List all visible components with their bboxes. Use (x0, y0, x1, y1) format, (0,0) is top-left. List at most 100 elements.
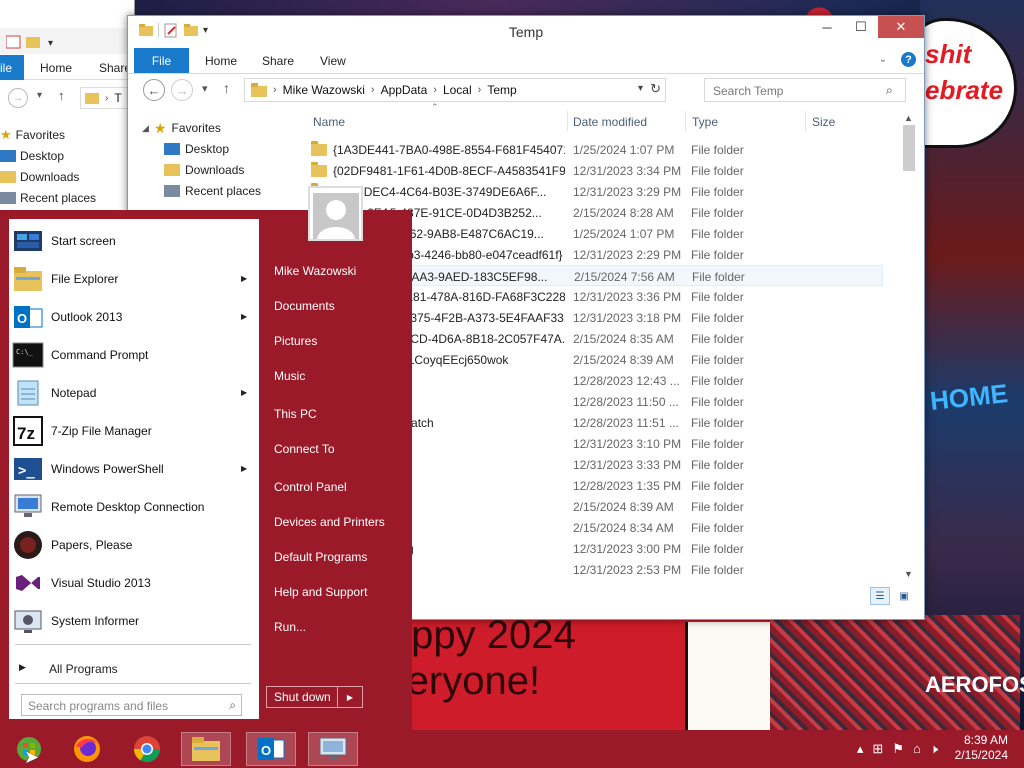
start-menu-item[interactable]: >_ Windows PowerShell ▶ (9, 451, 259, 487)
expand-arrow-icon[interactable]: ◢ (142, 123, 149, 134)
network-icon[interactable]: ⌂ (913, 741, 921, 757)
scroll-up-icon[interactable]: ▲ (904, 113, 913, 123)
svg-text:O: O (17, 311, 27, 326)
start-menu-divider (15, 644, 251, 645)
maximize-button[interactable]: ☐ (844, 16, 878, 38)
start-menu-link[interactable]: This PC (274, 407, 317, 421)
start-menu-link[interactable]: Run... (274, 620, 306, 634)
bg-nav-desktop[interactable]: Desktop (0, 146, 64, 166)
file-row[interactable]: {1A3DE441-7BA0-498E-8554-F681F454071... 1… (305, 139, 883, 160)
shutdown-options-icon[interactable]: ▶ (338, 693, 362, 702)
search-icon[interactable]: ⌕ (229, 698, 236, 713)
up-arrow-icon[interactable]: ↑ (223, 80, 230, 96)
start-menu-item[interactable]: Papers, Please (9, 527, 259, 563)
breadcrumb-user[interactable]: Mike Wazowski (283, 83, 365, 97)
start-menu-link[interactable]: Documents (274, 299, 335, 313)
start-menu-link[interactable]: Default Programs (274, 550, 367, 564)
address-bar[interactable]: › Mike Wazowski › AppData › Local › Temp… (244, 78, 666, 102)
bg-back-button[interactable]: → (8, 88, 28, 108)
taskbar-file-explorer[interactable] (181, 732, 231, 766)
nav-downloads[interactable]: Downloads (164, 160, 244, 180)
expand-ribbon-icon[interactable]: ⌄ (879, 54, 887, 65)
scrollbar-thumb[interactable] (903, 125, 915, 171)
tab-share[interactable]: Share (262, 54, 294, 68)
bg-tab-home[interactable]: Home (40, 61, 72, 75)
clock[interactable]: 8:39 AM 2/15/2024 (955, 733, 1008, 763)
breadcrumb-local[interactable]: Local (443, 83, 472, 97)
start-menu-item[interactable]: C:\_ Command Prompt (9, 337, 259, 373)
refresh-icon[interactable]: ↻ (650, 81, 661, 97)
bg-file-tab[interactable]: ile (0, 55, 24, 80)
recent-locations-icon[interactable]: ▾ (202, 82, 208, 95)
user-avatar[interactable] (308, 186, 363, 241)
bg-history-dropdown-icon[interactable]: ▾ (37, 90, 42, 101)
details-view-icon[interactable]: ☰ (870, 587, 890, 605)
start-menu-link[interactable]: Pictures (274, 334, 317, 348)
file-type: File folder (691, 290, 744, 304)
taskbar-chrome[interactable] (122, 732, 172, 766)
taskbar-firefox[interactable] (62, 732, 112, 766)
nav-desktop[interactable]: Desktop (164, 139, 229, 159)
start-menu-item[interactable]: Start screen (9, 223, 259, 259)
large-icons-view-icon[interactable]: ▣ (894, 587, 914, 605)
background-explorer-window[interactable]: ▾ ile Home Share → ▾ ↑ › T ★ Favorites D… (0, 0, 135, 215)
forward-button[interactable]: → (171, 79, 193, 101)
submenu-arrow-icon[interactable]: ▶ (241, 312, 247, 321)
volume-muted-icon[interactable]: 🕨 (930, 741, 938, 757)
bg-nav-favorites[interactable]: ★ Favorites (0, 125, 65, 145)
start-menu-link[interactable]: Mike Wazowski (274, 264, 356, 278)
network-sharing-icon[interactable]: ⊞ (872, 741, 883, 757)
breadcrumb-appdata[interactable]: AppData (381, 83, 428, 97)
start-menu-item[interactable]: Remote Desktop Connection (9, 489, 259, 525)
file-row[interactable]: {02DF9481-1F61-4D0B-8ECF-A4583541F9... 12… (305, 160, 883, 181)
breadcrumb-temp[interactable]: Temp (487, 83, 516, 97)
close-button[interactable]: ✕ (878, 16, 924, 38)
tab-view[interactable]: View (320, 54, 346, 68)
column-date-modified[interactable]: Date modified (573, 115, 647, 129)
bg-up-arrow-icon[interactable]: ↑ (58, 88, 65, 103)
address-dropdown-icon[interactable]: ▾ (638, 83, 643, 94)
column-divider[interactable] (805, 111, 806, 131)
submenu-arrow-icon[interactable]: ▶ (241, 464, 247, 473)
column-size[interactable]: Size (812, 115, 835, 129)
taskbar-outlook[interactable]: O (246, 732, 296, 766)
start-menu-link[interactable]: Devices and Printers (274, 515, 385, 529)
start-menu-link[interactable]: Control Panel (274, 480, 347, 494)
start-search-input[interactable]: Search programs and files ⌕ (21, 694, 242, 716)
start-menu-link[interactable]: Connect To (274, 442, 335, 456)
tab-file[interactable]: File (134, 48, 189, 73)
taskbar-remote-desktop[interactable] (308, 732, 358, 766)
back-button[interactable]: ← (143, 79, 165, 101)
help-icon[interactable]: ? (901, 52, 916, 67)
scroll-down-icon[interactable]: ▼ (904, 569, 913, 579)
start-menu-link[interactable]: Help and Support (274, 585, 367, 599)
start-menu-item[interactable]: System Informer (9, 603, 259, 639)
nav-favorites[interactable]: ◢ ★ Favorites (142, 118, 221, 138)
column-type[interactable]: Type (692, 115, 718, 129)
all-programs-button[interactable]: ▶ All Programs (9, 657, 259, 679)
bg-nav-recent[interactable]: Recent places (0, 188, 96, 208)
action-center-flag-icon[interactable]: ⚑ (892, 741, 904, 757)
column-divider[interactable] (567, 111, 568, 131)
file-row[interactable]: 3147-DEC4-4C64-B03E-3749DE6A6F... 12/31/2… (305, 181, 883, 202)
shutdown-button[interactable]: Shut down ▶ (266, 686, 363, 708)
title-bar[interactable]: ▾ Temp ─ ☐ ✕ (128, 16, 924, 46)
search-icon[interactable]: ⌕ (886, 83, 918, 98)
column-divider[interactable] (685, 111, 686, 131)
start-menu-link[interactable]: Music (274, 369, 305, 383)
nav-recent-places[interactable]: Recent places (164, 181, 261, 201)
bg-nav-downloads[interactable]: Downloads (0, 167, 79, 187)
submenu-arrow-icon[interactable]: ▶ (241, 274, 247, 283)
show-hidden-icons-icon[interactable]: ▴ (857, 741, 864, 757)
start-menu-item[interactable]: Notepad ▶ (9, 375, 259, 411)
start-menu-item[interactable]: Visual Studio 2013 (9, 565, 259, 601)
column-name[interactable]: Name (313, 115, 345, 129)
vertical-scrollbar[interactable]: ▲ ▼ (901, 111, 918, 581)
tab-home[interactable]: Home (205, 54, 237, 68)
start-menu-item[interactable]: File Explorer ▶ (9, 261, 259, 297)
minimize-button[interactable]: ─ (810, 16, 844, 38)
submenu-arrow-icon[interactable]: ▶ (241, 388, 247, 397)
search-input[interactable]: Search Temp (704, 78, 906, 102)
start-menu-item[interactable]: O Outlook 2013 ▶ (9, 299, 259, 335)
start-menu-item[interactable]: 7z 7-Zip File Manager (9, 413, 259, 449)
